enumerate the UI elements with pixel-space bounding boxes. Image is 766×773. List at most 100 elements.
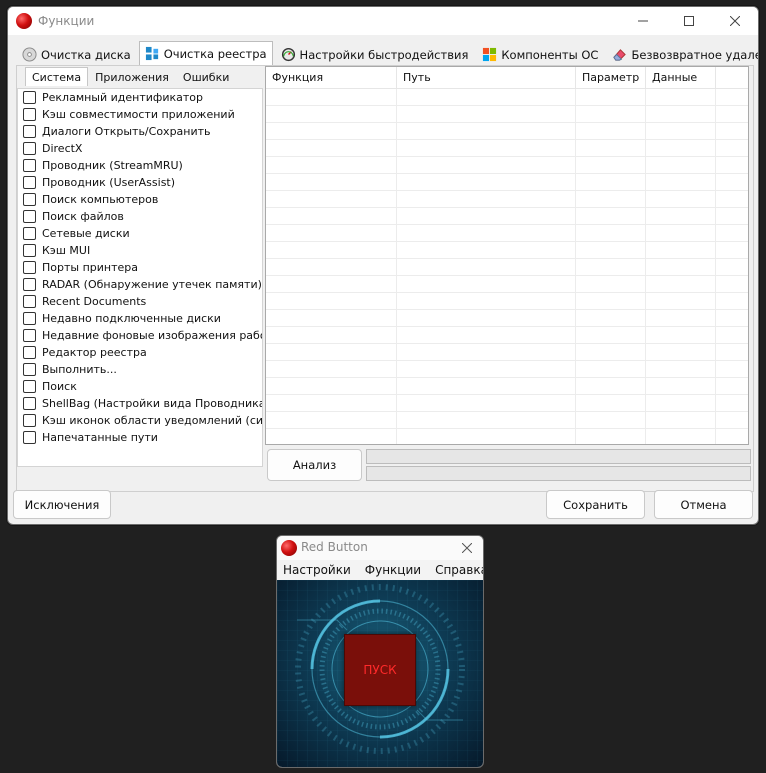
list-item[interactable]: Редактор реестра <box>18 344 262 361</box>
item-checkbox[interactable] <box>23 261 36 274</box>
list-item[interactable]: Проводник (StreamMRU) <box>18 157 262 174</box>
item-label: Выполнить... <box>42 363 117 376</box>
item-label: Недавно подключенные диски <box>42 312 221 325</box>
subtab-applications[interactable]: Приложения <box>88 67 176 86</box>
results-grid[interactable]: Функция Путь Параметр Данные <box>265 66 749 445</box>
item-label: Проводник (UserAssist) <box>42 176 176 189</box>
progress-bar-top <box>366 449 751 464</box>
tab-permanent-delete[interactable]: Безвозвратное удаление <box>606 43 758 65</box>
mini-title-bar[interactable]: Red Button <box>277 536 483 560</box>
eraser-icon <box>613 49 627 61</box>
item-checkbox[interactable] <box>23 193 36 206</box>
list-item[interactable]: Недавно подключенные диски <box>18 310 262 327</box>
column-header-data[interactable]: Данные <box>646 67 716 88</box>
list-item[interactable]: Рекламный идентификатор <box>18 89 262 106</box>
maximize-button[interactable] <box>666 7 712 35</box>
sub-tabs: Система Приложения Ошибки <box>25 67 236 86</box>
list-item[interactable]: Поиск файлов <box>18 208 262 225</box>
column-header-function[interactable]: Функция <box>266 67 397 88</box>
list-item[interactable]: Порты принтера <box>18 259 262 276</box>
registry-icon <box>145 46 158 61</box>
tab-performance-settings[interactable]: Настройки быстродействия <box>275 43 475 65</box>
item-checkbox[interactable] <box>23 91 36 104</box>
exceptions-button[interactable]: Исключения <box>13 490 111 519</box>
cancel-button[interactable]: Отмена <box>654 490 753 519</box>
list-item[interactable]: Поиск <box>18 378 262 395</box>
analyze-button[interactable]: Анализ <box>267 449 362 481</box>
item-checkbox[interactable] <box>23 363 36 376</box>
menu-help[interactable]: Справка <box>435 563 483 577</box>
tab-panel: Система Приложения Ошибки Рекламный иден… <box>16 65 754 492</box>
item-checkbox[interactable] <box>23 295 36 308</box>
item-label: Кэш MUI <box>42 244 91 257</box>
item-checkbox[interactable] <box>23 159 36 172</box>
save-button[interactable]: Сохранить <box>546 490 645 519</box>
menu-settings[interactable]: Настройки <box>283 563 351 577</box>
item-label: Редактор реестра <box>42 346 147 359</box>
close-button[interactable] <box>712 7 758 35</box>
tab-os-components[interactable]: Компоненты ОС <box>476 43 604 65</box>
tab-disk-cleanup[interactable]: Очистка диска <box>16 43 137 65</box>
subtab-system[interactable]: Система <box>25 67 89 86</box>
item-checkbox[interactable] <box>23 244 36 257</box>
close-icon <box>730 16 740 26</box>
list-item[interactable]: Кэш MUI <box>18 242 262 259</box>
list-item[interactable]: RADAR (Обнаружение утечек памяти) <box>18 276 262 293</box>
item-checkbox[interactable] <box>23 227 36 240</box>
item-checkbox[interactable] <box>23 142 36 155</box>
item-checkbox[interactable] <box>23 431 36 444</box>
mini-window-title: Red Button <box>301 540 368 554</box>
item-label: Напечатанные пути <box>42 431 158 444</box>
menu-functions[interactable]: Функции <box>365 563 421 577</box>
item-label: Порты принтера <box>42 261 138 274</box>
item-label: RADAR (Обнаружение утечек памяти) <box>42 278 262 291</box>
grid-body[interactable] <box>266 89 748 444</box>
list-item[interactable]: Кэш иконок области уведомлений (системн <box>18 412 262 429</box>
start-button[interactable]: ПУСК <box>344 634 416 706</box>
item-checkbox[interactable] <box>23 176 36 189</box>
list-item[interactable]: Поиск компьютеров <box>18 191 262 208</box>
close-icon <box>462 543 472 553</box>
tab-registry-cleanup[interactable]: Очистка реестра <box>138 41 273 65</box>
tab-label: Очистка диска <box>41 47 131 62</box>
grid-header: Функция Путь Параметр Данные <box>266 67 748 89</box>
progress-bar-bottom <box>366 466 751 481</box>
item-label: Кэш совместимости приложений <box>42 108 235 121</box>
windows-logo-icon <box>483 47 497 62</box>
item-checkbox[interactable] <box>23 125 36 138</box>
item-label: Проводник (StreamMRU) <box>42 159 183 172</box>
column-header-path[interactable]: Путь <box>397 67 576 88</box>
registry-items-list[interactable]: Рекламный идентификатор Кэш совместимости… <box>17 88 263 467</box>
red-button-window: Red Button Настройки Функции Справка ПУС… <box>276 535 484 768</box>
item-checkbox[interactable] <box>23 414 36 427</box>
item-checkbox[interactable] <box>23 108 36 121</box>
list-item[interactable]: Недавние фоновые изображения рабочего <box>18 327 262 344</box>
minimize-button[interactable] <box>620 7 666 35</box>
item-checkbox[interactable] <box>23 329 36 342</box>
column-header-parameter[interactable]: Параметр <box>576 67 646 88</box>
mini-close-button[interactable] <box>451 536 483 560</box>
item-checkbox[interactable] <box>23 397 36 410</box>
item-checkbox[interactable] <box>23 380 36 393</box>
list-item[interactable]: DirectX <box>18 140 262 157</box>
item-label: Recent Documents <box>42 295 147 308</box>
list-item[interactable]: Диалоги Открыть/Сохранить <box>18 123 262 140</box>
title-bar[interactable]: Функции <box>8 7 758 35</box>
list-item[interactable]: ShellBag (Настройки вида Проводника) <box>18 395 262 412</box>
item-checkbox[interactable] <box>23 346 36 359</box>
list-item[interactable]: Сетевые диски <box>18 225 262 242</box>
minimize-icon <box>638 20 648 22</box>
menu-bar: Настройки Функции Справка <box>277 560 483 580</box>
list-item[interactable]: Кэш совместимости приложений <box>18 106 262 123</box>
subtab-errors[interactable]: Ошибки <box>176 67 236 86</box>
list-item[interactable]: Напечатанные пути <box>18 429 262 446</box>
item-checkbox[interactable] <box>23 210 36 223</box>
maximize-icon <box>684 16 694 26</box>
item-checkbox[interactable] <box>23 312 36 325</box>
item-label: Кэш иконок области уведомлений (системн <box>42 414 263 427</box>
list-item[interactable]: Выполнить... <box>18 361 262 378</box>
list-item[interactable]: Проводник (UserAssist) <box>18 174 262 191</box>
item-checkbox[interactable] <box>23 278 36 291</box>
list-item[interactable]: Recent Documents <box>18 293 262 310</box>
tech-background-image: ПУСК <box>277 580 483 767</box>
